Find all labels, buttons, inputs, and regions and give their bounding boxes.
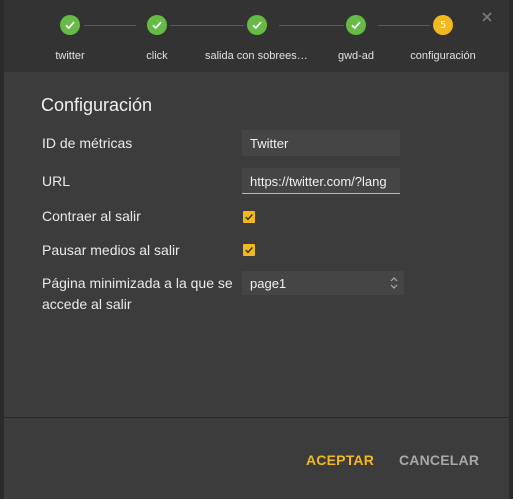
pause-media-label: Pausar medios al salir [42,242,180,258]
minimized-page-label: Página minimizada a la que se accede al … [42,273,233,315]
footer-divider [4,417,509,418]
step-label: salida con sobreescritura [205,50,309,62]
step-connector [378,25,430,26]
step-number: 5 [439,19,447,31]
pause-media-checkbox[interactable] [243,244,255,256]
collapse-on-exit-label: Contraer al salir [42,208,141,224]
minimized-page-value: page1 [250,276,287,291]
step-label: click [146,50,168,62]
minimized-page-select[interactable]: page1 [242,271,404,295]
select-arrows-icon [390,277,398,289]
step-connector [84,25,136,26]
url-label: URL [42,173,71,189]
cancel-button[interactable]: CANCELAR [399,452,479,468]
collapse-on-exit-checkbox[interactable] [243,211,255,223]
check-icon [346,15,366,35]
step-connector [170,25,244,26]
minimized-page-label-line1: Página minimizada a la que se [42,275,233,291]
close-icon[interactable] [479,9,495,25]
check-icon [247,15,267,35]
metrics-id-label: ID de métricas [42,135,133,151]
check-icon [147,15,167,35]
metrics-id-input[interactable]: Twitter [242,130,400,156]
check-icon [60,15,80,35]
accept-button[interactable]: ACEPTAR [306,452,374,468]
step-label: configuración [410,50,476,62]
minimized-page-label-line2: accede al salir [42,296,132,312]
page-title: Configuración [41,95,153,115]
step-number-badge: 5 [433,15,453,35]
stepper: twitter click salida con sobreescritura … [4,0,509,72]
url-input[interactable]: https://twitter.com/?lang [242,168,400,194]
configuration-dialog: twitter click salida con sobreescritura … [4,0,509,499]
step-connector [279,25,344,26]
